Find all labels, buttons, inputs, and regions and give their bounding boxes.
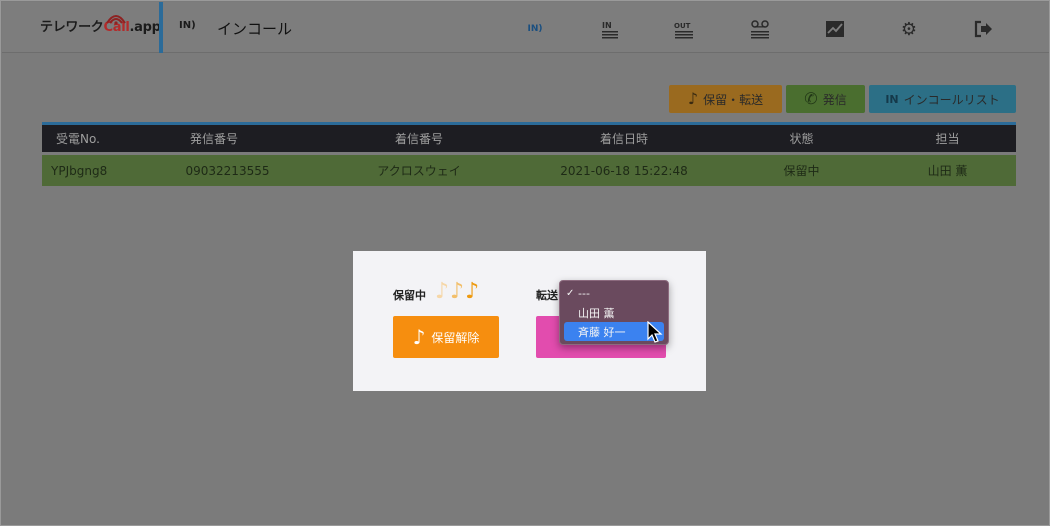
svg-text:OUT: OUT — [674, 22, 691, 30]
cell-status: 保留中 — [783, 164, 820, 178]
chart-icon — [826, 21, 844, 37]
svg-text:IN: IN — [602, 21, 612, 30]
hold-transfer-label: 保留・転送 — [703, 92, 764, 107]
mouse-cursor-icon — [647, 321, 663, 343]
logo-text: テレワーク — [40, 20, 104, 35]
nav-outgoing-list-icon[interactable]: OUT — [672, 18, 698, 40]
nav-incoming-icon[interactable]: IN) — [522, 18, 548, 40]
incoming-list-icon: IN — [602, 21, 618, 39]
hold-status-label: 保留中 — [393, 289, 426, 302]
incall-list-button[interactable]: IN インコールリスト — [869, 85, 1016, 113]
table-header: 受電No. 発信番号 着信番号 着信日時 状態 担当 — [42, 122, 1016, 152]
checkmark-icon: ✓ — [566, 288, 575, 299]
cell-caller-number: 09032213555 — [185, 163, 270, 178]
release-hold-label: 保留解除 — [431, 330, 480, 345]
col-header: 着信日時 — [599, 132, 648, 146]
voicemail-icon — [751, 20, 769, 39]
outgoing-list-icon: OUT — [674, 22, 693, 39]
phone-ringing-icon: ✆ — [804, 89, 818, 108]
col-header: 担当 — [935, 132, 960, 146]
music-note-off-icon: ♪ — [412, 325, 426, 349]
nav-logout-icon[interactable] — [970, 18, 996, 40]
gear-icon: ⚙ — [900, 18, 918, 40]
incoming-list-icon: IN — [885, 92, 899, 106]
nav-analytics-icon[interactable] — [822, 18, 848, 40]
app-logo[interactable]: テレワークCall.app — [40, 16, 161, 35]
signal-waves-icon — [106, 15, 126, 25]
logo-app: .app — [129, 20, 161, 35]
col-header: 状態 — [789, 132, 814, 146]
logout-icon — [974, 20, 992, 38]
dropdown-option[interactable]: 山田 薫 — [560, 303, 668, 322]
table-row[interactable]: YPJbgng8 09032213555 アクロスウェイ 2021-06-18 … — [42, 155, 1016, 186]
nav-voicemail-icon[interactable] — [747, 18, 773, 40]
music-note-icon: ♪ — [435, 279, 450, 304]
top-header: テレワークCall.app IN) インコール IN) IN OUT ⚙ — [2, 2, 1049, 53]
cell-assignee: 山田 薫 — [927, 164, 968, 178]
call-table: 受電No. 発信番号 着信番号 着信日時 状態 担当 YPJbgng8 0903… — [42, 122, 1016, 186]
dial-button[interactable]: ✆ 発信 — [786, 85, 865, 113]
music-note-icon: ♪ — [687, 89, 699, 108]
hold-music-indicator: ♪ ♪ ♪ — [435, 281, 479, 303]
incall-list-label: インコールリスト — [903, 92, 1000, 107]
transfer-label: 転送 — [536, 289, 558, 302]
dial-label: 発信 — [822, 92, 847, 107]
header-divider — [159, 2, 163, 53]
music-note-icon: ♪ — [450, 279, 465, 304]
cell-dialed-number: アクロスウェイ — [377, 164, 461, 178]
cell-datetime: 2021-06-18 15:22:48 — [560, 163, 688, 178]
nav-incoming-list-icon[interactable]: IN — [598, 18, 624, 40]
col-header: 着信番号 — [394, 132, 443, 146]
incoming-call-icon: IN) — [179, 20, 196, 31]
col-header: 発信番号 — [189, 132, 238, 146]
app-window: テレワークCall.app IN) インコール IN) IN OUT ⚙ ♪ 保… — [0, 0, 1050, 526]
col-header: 受電No. — [56, 132, 100, 146]
dropdown-option[interactable]: ✓ --- — [560, 284, 668, 303]
page-title: インコール — [217, 20, 293, 38]
nav-settings-icon[interactable]: ⚙ — [896, 18, 922, 40]
release-hold-button[interactable]: ♪ 保留解除 — [393, 316, 499, 358]
music-note-icon: ♪ — [465, 279, 480, 304]
cell-call-id: YPJbgng8 — [51, 163, 108, 178]
hold-transfer-button[interactable]: ♪ 保留・転送 — [669, 85, 782, 113]
